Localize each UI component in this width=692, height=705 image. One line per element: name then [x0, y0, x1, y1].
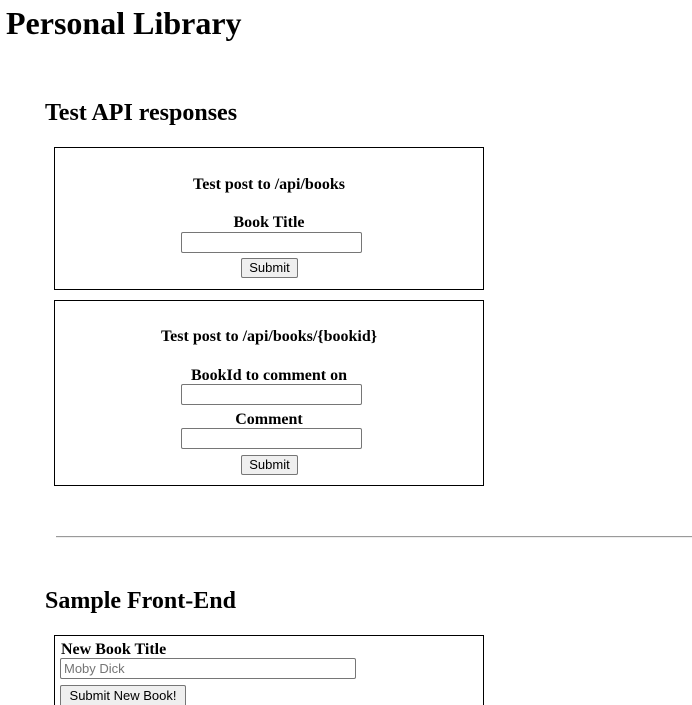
- submit-new-book-button[interactable]: Submit New Book!: [60, 685, 186, 705]
- form-caption: Test post to /api/books: [193, 176, 345, 193]
- book-title-label: Book Title: [233, 214, 305, 231]
- new-book-title-label: New Book Title: [61, 641, 167, 658]
- book-title-input[interactable]: [181, 232, 362, 253]
- submit-comment-button[interactable]: Submit: [241, 455, 298, 475]
- new-book-title-input[interactable]: [60, 658, 356, 679]
- new-book-form: New Book Title Submit New Book!: [54, 635, 484, 705]
- comment-input[interactable]: [181, 428, 362, 449]
- sample-frontend-heading: Sample Front-End: [45, 588, 236, 614]
- bookid-label: BookId to comment on: [190, 367, 347, 384]
- test-post-comment-form: Test post to /api/books/{bookid} BookId …: [54, 300, 484, 486]
- form-caption: Test post to /api/books/{bookid}: [160, 328, 378, 345]
- test-post-books-form: Test post to /api/books Book Title Submi…: [54, 147, 484, 290]
- page-title: Personal Library: [6, 5, 242, 41]
- page: Personal Library Test API responses Test…: [0, 0, 692, 705]
- section-divider: [56, 536, 692, 538]
- submit-book-button[interactable]: Submit: [241, 258, 298, 278]
- test-api-heading: Test API responses: [45, 100, 238, 126]
- comment-label: Comment: [235, 411, 303, 428]
- bookid-input[interactable]: [181, 384, 362, 405]
